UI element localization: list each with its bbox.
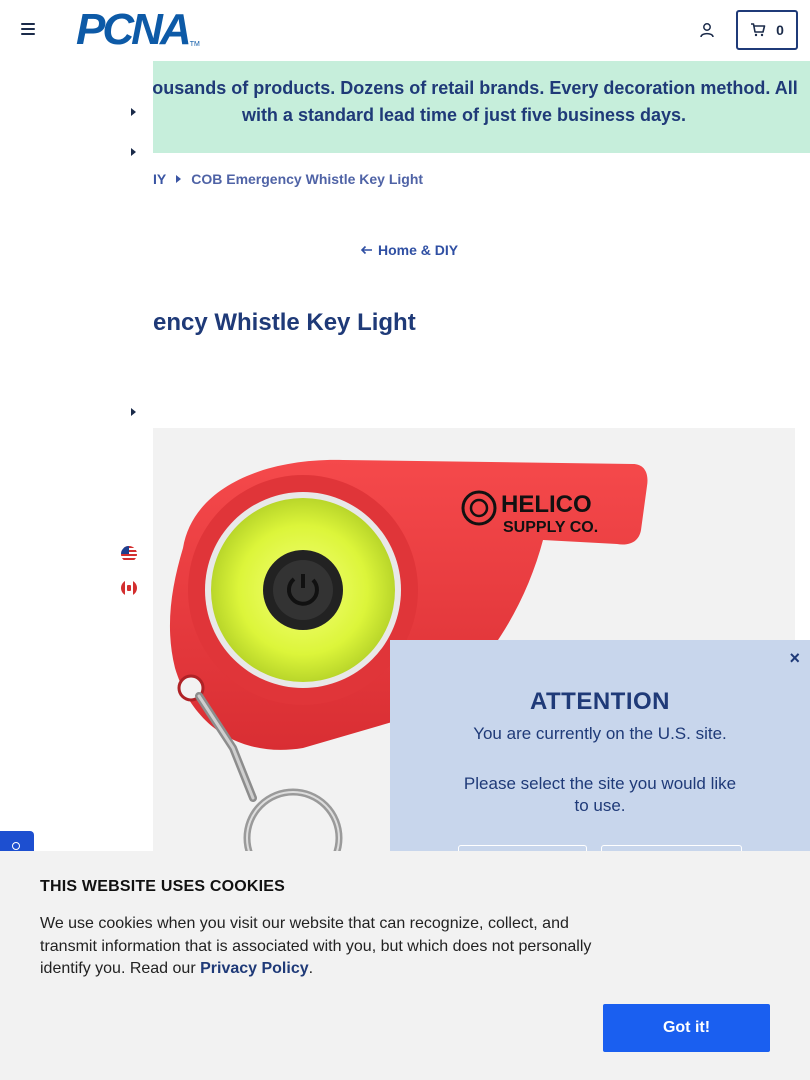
canada-flag-icon[interactable]: [121, 580, 137, 596]
logo-text: PCNA: [76, 5, 192, 54]
product-brand-line1: HELICO: [501, 491, 592, 518]
arrow-left-icon: [360, 245, 372, 255]
breadcrumb: IY COB Emergency Whistle Key Light: [153, 170, 423, 188]
breadcrumb-current: COB Emergency Whistle Key Light: [191, 171, 424, 187]
cookie-banner: THIS WEBSITE USES COOKIES We use cookies…: [0, 851, 810, 1080]
us-flag-icon[interactable]: [121, 546, 137, 562]
modal-current-site-text: You are currently on the U.S. site.: [473, 724, 727, 743]
logo-trademark: TM: [189, 41, 200, 48]
account-icon[interactable]: [699, 22, 715, 38]
modal-title: ATTENTION: [529, 688, 671, 715]
cart-icon: [751, 23, 766, 37]
breadcrumb-separator-icon: [176, 175, 182, 183]
modal-select-site-text: Please select the site you would like to…: [463, 774, 737, 815]
privacy-policy-link[interactable]: Privacy Policy: [200, 960, 309, 977]
pcna-logo[interactable]: PCNA TM: [76, 5, 200, 54]
sidebar-arrow-icon[interactable]: [131, 148, 136, 156]
cookie-accept-button[interactable]: Got it!: [603, 1004, 770, 1052]
back-link-label: Home & DIY: [378, 242, 459, 258]
announcement-banner: Thousands of products. Dozens of retail …: [153, 61, 810, 153]
menu-icon[interactable]: [21, 23, 35, 35]
sidebar-arrow-icon[interactable]: [131, 408, 136, 416]
back-link[interactable]: Home & DIY: [360, 242, 458, 258]
cookie-body-end: .: [308, 960, 314, 977]
banner-text: Thousands of products. Dozens of retail …: [153, 78, 798, 125]
site-header: PCNA TM 0: [0, 0, 810, 61]
cart-button[interactable]: 0: [736, 10, 798, 50]
site-select-modal: × ATTENTION You are currently on the U.S…: [390, 640, 810, 857]
product-brand-line2: SUPPLY CO.: [503, 519, 598, 536]
cart-count: 0: [776, 22, 784, 38]
feedback-icon: [12, 842, 20, 850]
cookie-body-text: We use cookies when you visit our websit…: [40, 915, 592, 977]
breadcrumb-parent[interactable]: IY: [153, 171, 166, 187]
product-title: ency Whistle Key Light: [153, 309, 416, 336]
cookie-body: We use cookies when you visit our websit…: [40, 913, 610, 981]
close-icon[interactable]: ×: [789, 648, 800, 669]
cookie-title: THIS WEBSITE USES COOKIES: [40, 878, 286, 895]
sidebar-arrow-icon[interactable]: [131, 108, 136, 116]
